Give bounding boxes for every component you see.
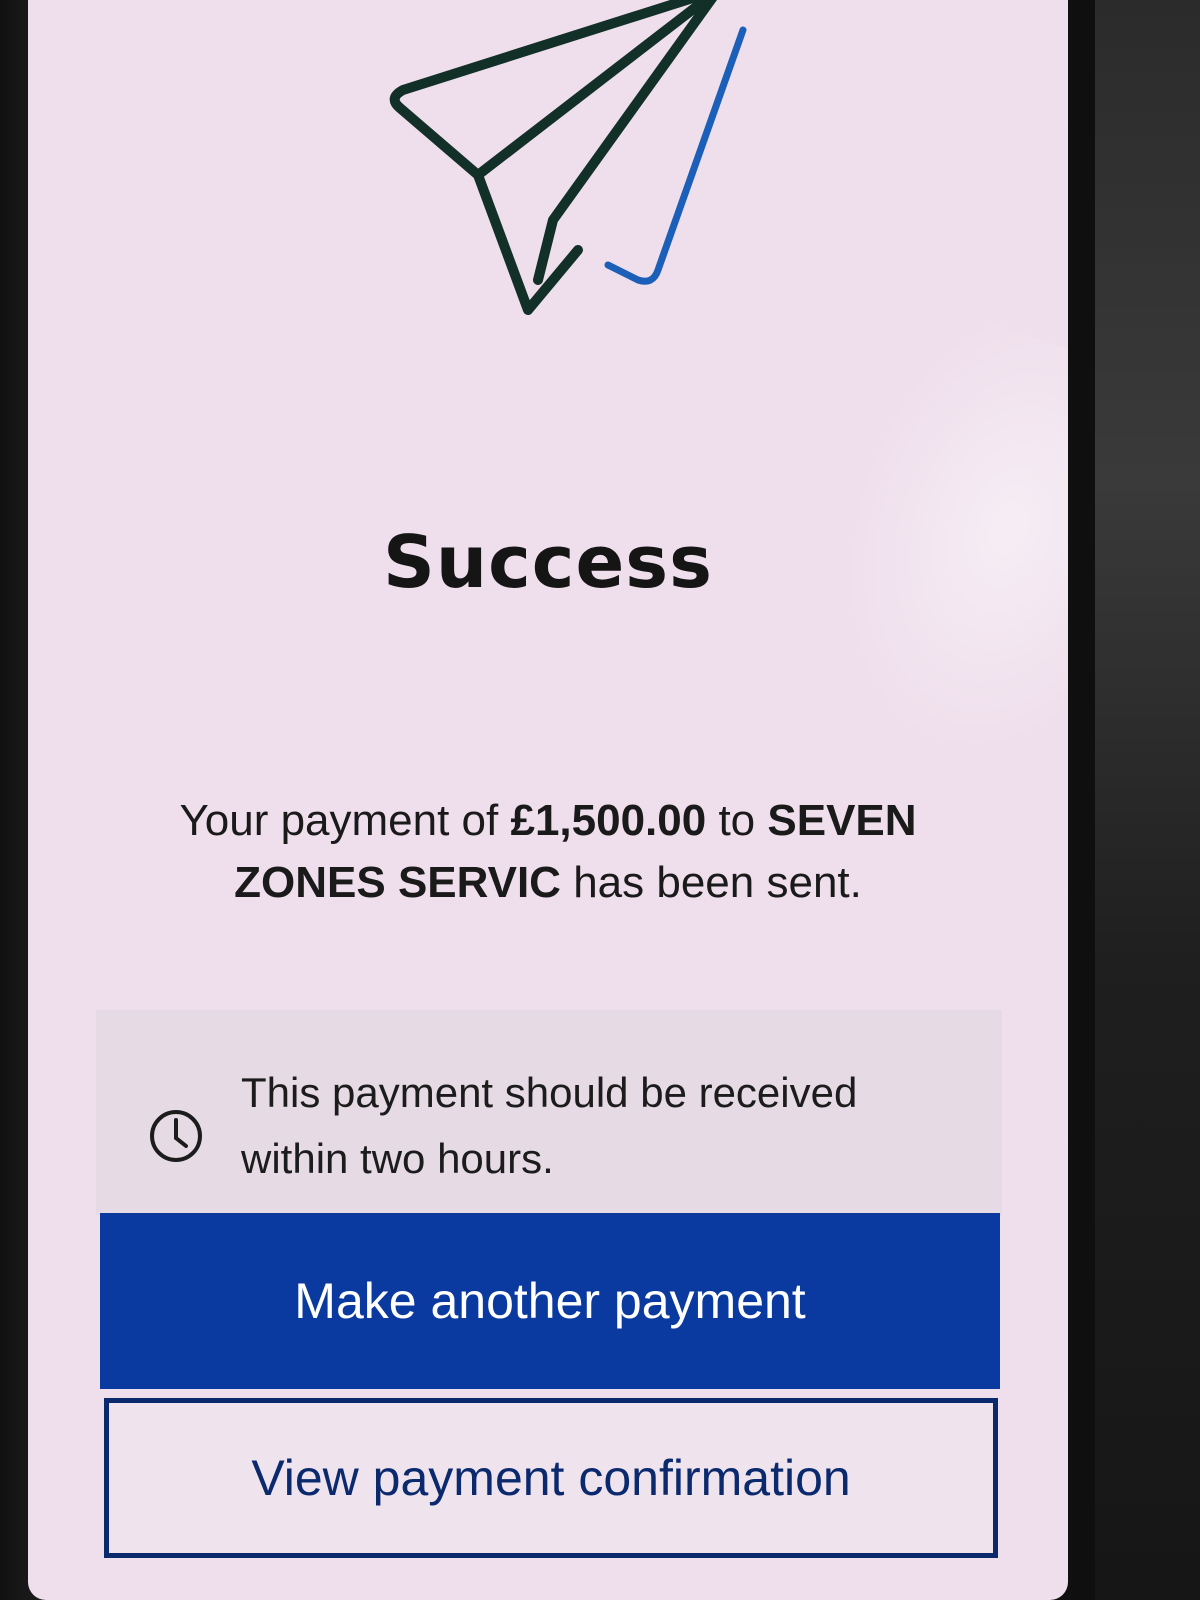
make-another-payment-button[interactable]: Make another payment <box>100 1213 1000 1389</box>
delivery-notice: This payment should be received within t… <box>96 1010 1002 1215</box>
device-frame: Success Your payment of £1,500.00 to SEV… <box>0 0 1200 1600</box>
phone-screen: Success Your payment of £1,500.00 to SEV… <box>28 0 1068 1600</box>
page-title: Success <box>382 520 713 604</box>
message-middle: to <box>706 796 768 845</box>
payment-message: Your payment of £1,500.00 to SEVEN ZONES… <box>118 790 978 914</box>
notice-text: This payment should be received within t… <box>241 1069 858 1182</box>
message-prefix: Your payment of <box>179 796 511 845</box>
background-surface <box>1095 0 1200 1600</box>
message-suffix: has been sent. <box>560 858 862 907</box>
paper-plane-icon <box>389 0 747 315</box>
view-payment-confirmation-button[interactable]: View payment confirmation <box>104 1398 998 1558</box>
clock-icon <box>150 1110 202 1162</box>
payment-amount: £1,500.00 <box>510 796 707 845</box>
